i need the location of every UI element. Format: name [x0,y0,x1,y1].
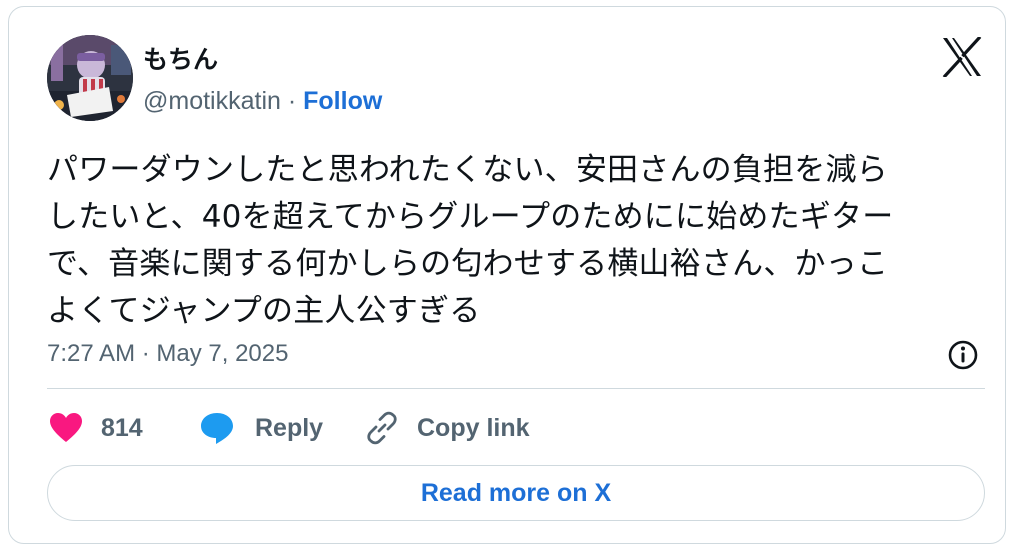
link-icon [367,411,397,445]
heart-icon [50,413,82,442]
read-more-button[interactable]: Read more on X [47,465,985,521]
like-count: 814 [101,414,143,442]
follow-button[interactable]: Follow [303,87,382,115]
x-logo-icon[interactable] [941,35,983,79]
user-handle[interactable]: @motikkatin [143,87,281,115]
tweet-text: パワーダウンしたと思われたくない、安田さんの負担を減ら したいと、40を超えてか… [47,152,894,329]
tweet-timestamp[interactable]: 7:27 AM · May 7, 2025 [47,338,288,370]
display-name[interactable]: もちん [143,45,218,75]
reply-label: Reply [255,414,324,442]
like-button[interactable]: 814 [49,409,143,447]
reply-button[interactable]: Reply [199,409,323,447]
copy-link-button[interactable]: Copy link [365,409,530,447]
handle-row: @motikkatin · Follow [143,85,382,117]
speech-bubble-icon [201,413,233,444]
copy-link-label: Copy link [417,414,530,442]
separator-dot: · [280,87,304,115]
tweet-embed-card: もちん @motikkatin · Follow パワーダウンしたと思われたくな… [8,6,1006,544]
divider [47,388,985,389]
info-icon[interactable] [947,339,979,371]
avatar[interactable] [47,35,133,121]
